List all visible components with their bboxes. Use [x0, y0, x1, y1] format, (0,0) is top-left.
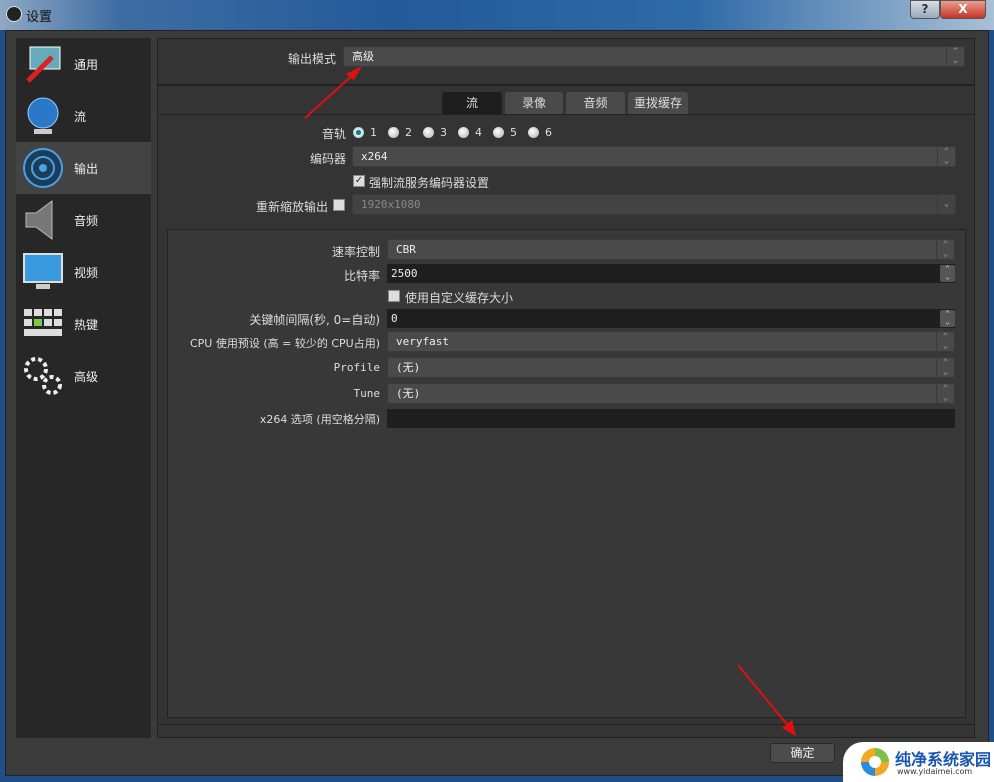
annotation-arrow — [737, 664, 791, 729]
watermark-url: www.yidaimei.com — [897, 767, 973, 776]
annotation-arrow — [304, 71, 357, 119]
watermark-icon — [861, 748, 889, 776]
annotation-arrows — [304, 66, 796, 736]
watermark-logo: 纯净系统家园 www.yidaimei.com — [843, 742, 994, 782]
